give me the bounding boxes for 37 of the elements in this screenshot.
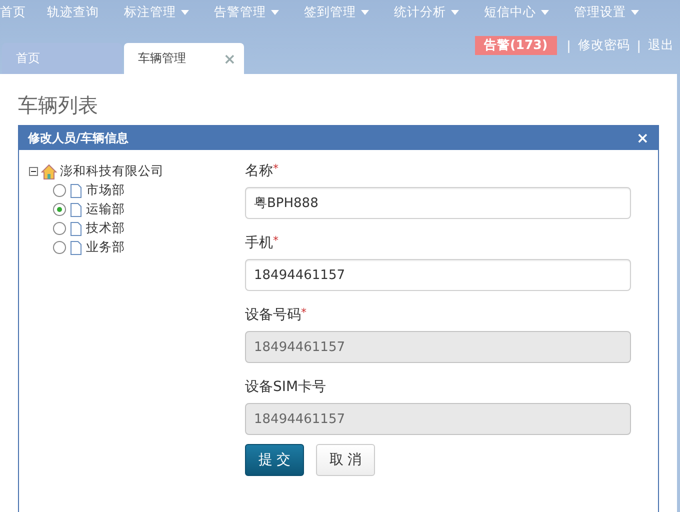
tree-item[interactable]: 市场部 (86, 182, 125, 199)
caret-icon (181, 10, 189, 14)
dialog-title: 修改人员/车辆信息 (28, 130, 128, 146)
radio-button[interactable] (53, 222, 66, 235)
tab[interactable]: 车辆管理 × (124, 43, 244, 74)
collapse-icon[interactable] (29, 167, 38, 176)
document-icon (70, 240, 82, 254)
caret-icon (541, 10, 549, 14)
field-label: 设备SIM卡号 (245, 378, 328, 396)
document-icon (70, 184, 82, 198)
separator: | (566, 38, 571, 53)
radio-button[interactable] (53, 203, 66, 216)
tree-item[interactable]: 业务部 (86, 239, 125, 256)
input-field[interactable]: 18494461157 (245, 259, 631, 291)
document-icon (70, 222, 82, 236)
radio-button[interactable] (53, 184, 66, 197)
cancel-button[interactable]: 取 消 (316, 444, 375, 476)
field-label: 手机* (245, 234, 280, 252)
document-icon (70, 202, 82, 216)
tree-item[interactable]: 运输部 (86, 201, 125, 218)
alarm-badge[interactable]: 告警(173) (475, 36, 557, 55)
caret-icon (451, 10, 459, 14)
tree-item[interactable]: 澎和科技有限公司 (60, 163, 164, 180)
close-icon[interactable]: × (223, 50, 236, 68)
field-label: 名称* (245, 162, 280, 180)
caret-icon (631, 10, 639, 14)
house-icon (41, 164, 57, 180)
separator: | (636, 38, 641, 53)
close-button[interactable]: × (636, 129, 649, 147)
tree-item[interactable]: 技术部 (86, 220, 125, 237)
page-title: 车辆列表 (18, 92, 99, 119)
input-field[interactable]: 粤BPH888 (245, 187, 631, 219)
submit-button[interactable]: 提 交 (245, 444, 304, 476)
field-label: 设备号码* (245, 306, 308, 324)
radio-button[interactable] (53, 241, 66, 254)
caret-icon (361, 10, 369, 14)
caret-icon (271, 10, 279, 14)
